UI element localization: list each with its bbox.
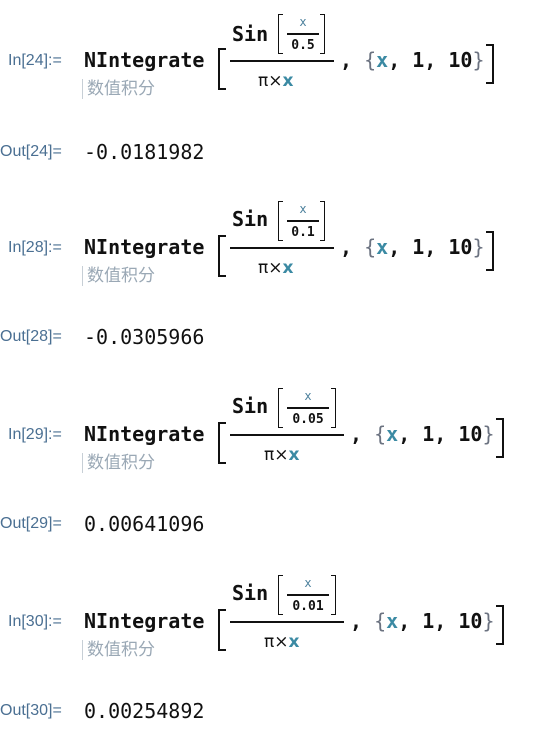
output-label: Out[24]= (0, 143, 62, 160)
right-bracket (496, 418, 504, 458)
integration-range: , {x, 1, 10} (340, 235, 485, 259)
range-close-brace: } (482, 609, 495, 633)
pi-symbol: π (258, 258, 269, 278)
times-symbol: × (268, 258, 283, 278)
range-close-brace: } (472, 235, 485, 259)
integration-range: , {x, 1, 10} (350, 609, 495, 633)
function-tooltip: 数值积分 (82, 79, 155, 99)
comma: , (350, 609, 363, 633)
denominator: π×x (258, 258, 293, 278)
function-name[interactable]: NIntegrate (84, 235, 204, 259)
comma: , (350, 422, 363, 446)
output-value: 0.00641096 (84, 512, 205, 536)
range-variable: x (386, 609, 399, 633)
right-bracket (486, 231, 494, 271)
left-bracket (218, 609, 226, 651)
range-open-brace: { (374, 609, 387, 633)
output-value: 0.00254892 (84, 699, 205, 723)
times-symbol: × (268, 71, 283, 91)
main-fraction-line (230, 247, 334, 249)
right-bracket (496, 605, 504, 645)
output-value: -0.0181982 (84, 140, 205, 164)
inner-denominator: 0.5 (291, 38, 315, 53)
inner-right-bracket (320, 14, 325, 54)
sin-function: Sin (232, 207, 269, 231)
sin-function: Sin (232, 22, 269, 46)
denominator-variable: x (282, 71, 294, 91)
inner-denominator: 0.1 (291, 225, 315, 240)
inner-right-bracket (331, 575, 336, 615)
output-label: Out[28]= (0, 328, 62, 345)
denominator-variable: x (288, 632, 300, 652)
inner-right-bracket (331, 388, 336, 428)
input-label: In[24]:= (8, 52, 62, 69)
inner-denominator: 0.05 (292, 412, 324, 427)
range-open-brace: { (364, 235, 377, 259)
range-variable: x (376, 48, 389, 72)
denominator-variable: x (288, 445, 300, 465)
inner-fraction-line (287, 407, 329, 409)
range-variable: x (376, 235, 389, 259)
input-label: In[28]:= (8, 239, 62, 256)
sin-function: Sin (232, 581, 269, 605)
inner-fraction-line (287, 33, 319, 35)
times-symbol: × (274, 445, 289, 465)
range-bounds: , 1, 10 (388, 48, 473, 72)
range-bounds: , 1, 10 (388, 235, 473, 259)
output-label: Out[30]= (0, 702, 62, 719)
function-name[interactable]: NIntegrate (84, 48, 204, 72)
comma: , (340, 235, 353, 259)
inner-left-bracket (278, 388, 283, 428)
pi-symbol: π (258, 71, 269, 91)
main-fraction-line (230, 621, 344, 623)
range-close-brace: } (472, 48, 485, 72)
output-value: -0.0305966 (84, 325, 205, 349)
function-tooltip: 数值积分 (82, 640, 155, 660)
function-tooltip: 数值积分 (82, 266, 155, 286)
inner-numerator: x (299, 15, 307, 29)
inner-fraction-line (287, 594, 329, 596)
inner-numerator: x (304, 389, 312, 403)
sin-function: Sin (232, 394, 269, 418)
range-bounds: , 1, 10 (398, 422, 483, 446)
range-variable: x (386, 422, 399, 446)
right-bracket (486, 44, 494, 84)
inner-denominator: 0.01 (292, 599, 324, 614)
pi-symbol: π (264, 632, 275, 652)
range-bounds: , 1, 10 (398, 609, 483, 633)
comma: , (340, 48, 353, 72)
denominator: π×x (264, 632, 299, 652)
left-bracket (218, 48, 226, 90)
denominator: π×x (264, 445, 299, 465)
left-bracket (218, 235, 226, 277)
function-name[interactable]: NIntegrate (84, 609, 204, 633)
main-fraction-line (230, 60, 334, 62)
denominator: π×x (258, 71, 293, 91)
inner-numerator: x (304, 576, 312, 590)
range-close-brace: } (482, 422, 495, 446)
range-open-brace: { (364, 48, 377, 72)
integration-range: , {x, 1, 10} (340, 48, 485, 72)
inner-fraction-line (287, 220, 319, 222)
pi-symbol: π (264, 445, 275, 465)
inner-right-bracket (320, 201, 325, 241)
integration-range: , {x, 1, 10} (350, 422, 495, 446)
inner-left-bracket (278, 575, 283, 615)
function-tooltip: 数值积分 (82, 453, 155, 473)
times-symbol: × (274, 632, 289, 652)
output-label: Out[29]= (0, 515, 62, 532)
input-label: In[30]:= (8, 613, 62, 630)
denominator-variable: x (282, 258, 294, 278)
input-label: In[29]:= (8, 426, 62, 443)
inner-numerator: x (299, 202, 307, 216)
range-open-brace: { (374, 422, 387, 446)
left-bracket (218, 422, 226, 464)
function-name[interactable]: NIntegrate (84, 422, 204, 446)
main-fraction-line (230, 434, 344, 436)
